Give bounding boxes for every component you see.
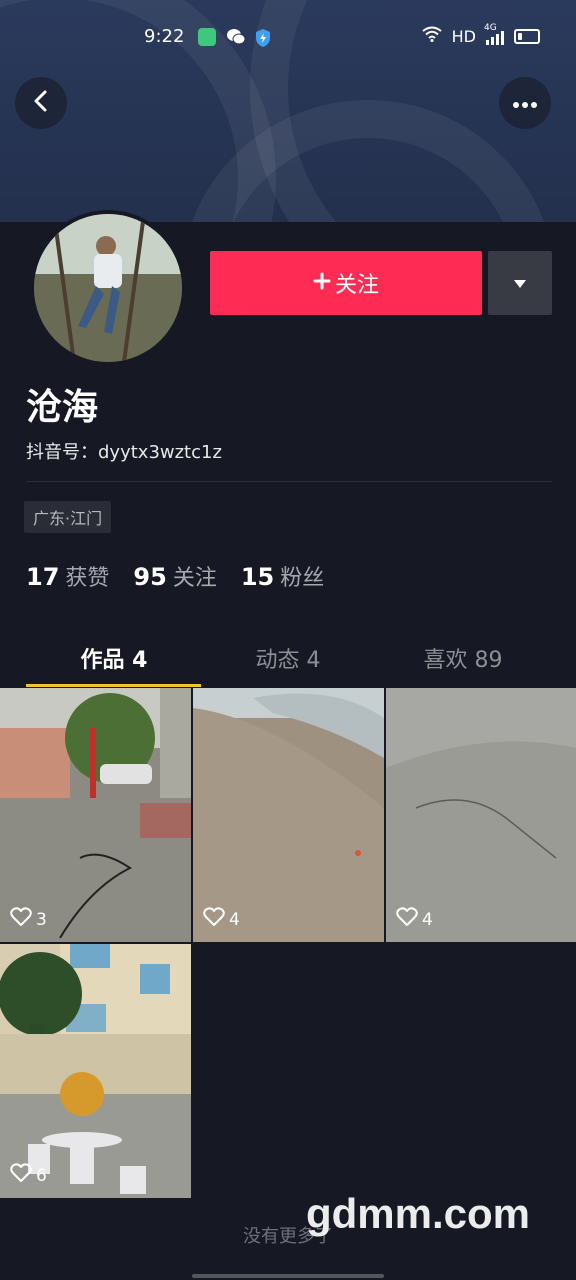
plus-icon (313, 271, 331, 296)
battery-icon (514, 28, 540, 44)
network-type-label: HD (451, 26, 476, 46)
stat-following[interactable]: 95 关注 (133, 560, 216, 592)
more-dots-icon (512, 94, 538, 113)
video-thumbnail[interactable]: 6 (0, 944, 191, 1198)
like-count: 3 (10, 907, 47, 932)
like-count: 4 (203, 907, 240, 932)
status-indicators: HD 4G (422, 23, 540, 46)
security-shield-icon (254, 28, 272, 47)
video-cover-image (0, 944, 191, 1198)
watermark: gdmm.com (306, 1190, 531, 1237)
video-cover-image (193, 688, 384, 942)
profile-name: 沧海 (26, 387, 99, 428)
video-thumbnail[interactable]: 4 (193, 688, 384, 942)
follow-label: 关注 (334, 273, 379, 298)
heart-outline-icon (396, 907, 418, 932)
stat-likes-label: 获赞 (65, 566, 110, 591)
like-count: 6 (10, 1163, 47, 1188)
tab-likes[interactable]: 喜欢 89 (375, 642, 551, 674)
stat-following-value: 95 (133, 563, 167, 591)
heart-outline-icon (203, 907, 225, 932)
stat-likes-value: 17 (26, 563, 60, 591)
stat-followers-value: 15 (240, 563, 275, 591)
profile-tabs: 作品 4 动态 4 喜欢 89 (0, 630, 576, 688)
home-indicator[interactable] (192, 1274, 384, 1278)
avatar[interactable] (30, 210, 186, 366)
avatar-image (34, 214, 182, 362)
video-cover-image (0, 688, 191, 942)
stat-followers[interactable]: 15 粉丝 (241, 560, 324, 592)
status-time: 9:22 (144, 26, 185, 47)
video-cover-image (386, 688, 576, 942)
wechat-icon (226, 28, 246, 46)
more-options-button[interactable] (499, 77, 551, 129)
like-count-value: 4 (229, 909, 240, 930)
tab-works[interactable]: 作品 4 (26, 642, 202, 674)
back-button[interactable] (15, 77, 67, 129)
recommend-dropdown-button[interactable] (488, 251, 552, 315)
video-thumbnail[interactable]: 4 (386, 688, 576, 942)
stat-likes[interactable]: 17 获赞 (26, 560, 109, 592)
active-tab-indicator (26, 684, 201, 687)
signal-strength-icon: 4G (484, 23, 504, 45)
location-tag: 广东·江门 (24, 501, 112, 533)
like-count-value: 4 (422, 909, 433, 930)
wifi-icon (422, 26, 442, 46)
follow-button[interactable]: 关注 (210, 251, 482, 315)
message-app-icon (198, 28, 216, 46)
signal-type-label: 4G (484, 23, 497, 33)
like-count-value: 6 (36, 1165, 47, 1186)
stat-followers-label: 粉丝 (280, 566, 325, 591)
caret-down-icon (513, 274, 527, 293)
heart-outline-icon (10, 1163, 32, 1188)
profile-stats: 17 获赞 95 关注 15 粉丝 (26, 560, 324, 592)
like-count: 4 (396, 907, 433, 932)
tab-activity[interactable]: 动态 4 (200, 642, 376, 674)
status-bar: 9:22 HD 4G (0, 0, 576, 74)
heart-outline-icon (10, 907, 32, 932)
video-thumbnail[interactable]: 3 (0, 688, 191, 942)
douyin-id[interactable]: 抖音号：dyytx3wztc1z (26, 438, 222, 464)
like-count-value: 3 (36, 909, 47, 930)
divider (26, 481, 552, 482)
back-arrow-icon (31, 89, 51, 117)
stat-following-label: 关注 (172, 566, 217, 591)
